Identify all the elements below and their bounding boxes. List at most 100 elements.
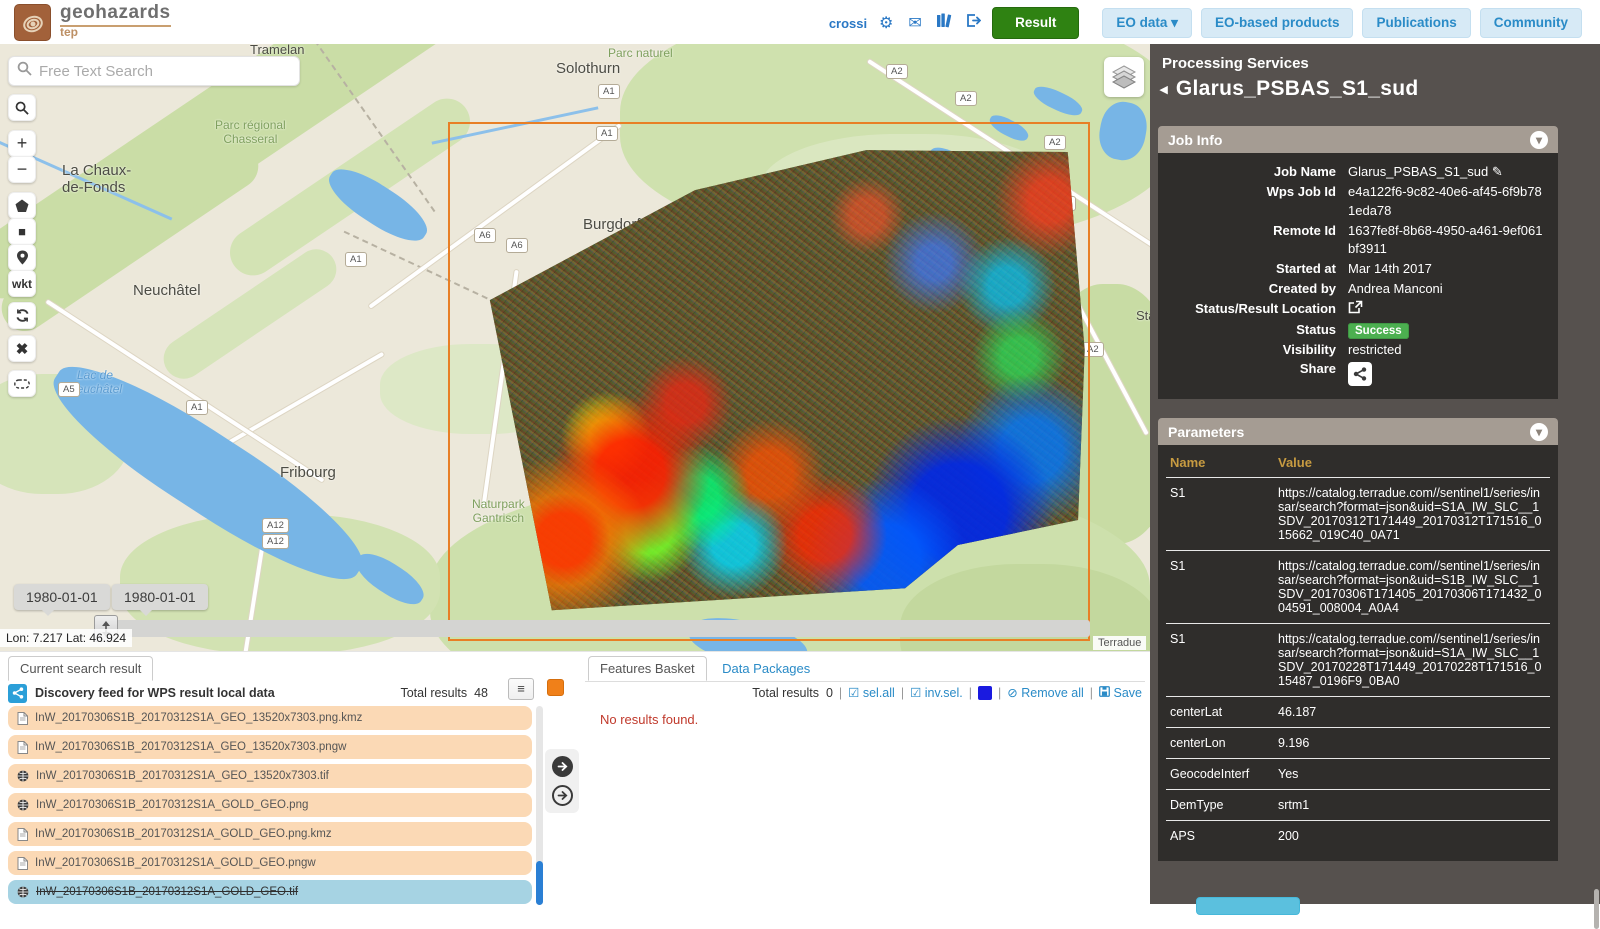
param-name: GeocodeInterf [1166, 759, 1274, 790]
time-slider-track[interactable] [106, 620, 1090, 637]
job-info-value [1348, 360, 1544, 386]
draw-polygon-tool[interactable] [8, 192, 36, 219]
layers-button[interactable] [1104, 57, 1144, 97]
panel-title: Processing Services [1162, 55, 1309, 72]
result-filename: InW_20170306S1B_20170312S1A_GOLD_GEO.png [36, 799, 308, 811]
user-link[interactable]: crossi [829, 16, 867, 31]
share-job-icon[interactable] [1348, 362, 1372, 386]
result-row[interactable]: InW_20170306S1B_20170312S1A_GOLD_GEO.png [8, 793, 532, 817]
feed-header: Discovery feed for WPS result local data… [8, 683, 568, 703]
file-icon [17, 712, 28, 725]
invert-selection-action[interactable]: ☑ inv.sel. [910, 685, 963, 700]
parameters-body: Name Value S1https://catalog.terradue.co… [1158, 445, 1558, 861]
col-value: Value [1274, 451, 1550, 478]
job-info-value: Andrea Manconi [1348, 280, 1544, 299]
edit-pencil-icon[interactable]: ✎ [1492, 164, 1503, 179]
basket-total-label: Total results [752, 686, 819, 700]
back-icon[interactable]: ◂ [1160, 80, 1168, 98]
move-right-alt-button[interactable] [552, 785, 573, 806]
processing-services-panel: Processing Services ◂Glarus_PSBAS_S1_sud… [1150, 44, 1600, 904]
parameter-row: APS200 [1166, 821, 1550, 852]
job-name-value: Glarus_PSBAS_S1_sud [1348, 164, 1488, 179]
job-info-row: Visibilityrestricted [1168, 341, 1544, 360]
globe-icon [17, 799, 29, 811]
move-right-button[interactable] [552, 756, 573, 777]
parameter-row: S1https://catalog.terradue.com//sentinel… [1166, 624, 1550, 697]
map-canvas[interactable]: Tramelan Parc naturel Solothurn Willisau… [0, 44, 1150, 651]
collapse-chevron-icon[interactable]: ▾ [1530, 131, 1548, 149]
gear-icon[interactable]: ⚙ [876, 13, 896, 33]
measure-tool[interactable] [8, 370, 36, 397]
sign-out-icon[interactable] [963, 13, 983, 33]
start-date-chip[interactable]: 1980-01-01 [14, 584, 110, 610]
parameters-header[interactable]: Parameters▾ [1158, 418, 1558, 445]
brand-logo[interactable] [14, 4, 51, 41]
param-name: S1 [1166, 478, 1274, 551]
eo-data-button[interactable]: EO data ▾ [1102, 8, 1192, 38]
result-row-selected[interactable]: InW_20170306S1B_20170312S1A_GOLD_GEO.tif [8, 880, 532, 904]
job-info-row: Wps Job Ide4a122f6-9c82-40e6-af45-6f9b78… [1168, 183, 1544, 221]
panel-scrollbar-thumb[interactable] [1594, 889, 1599, 929]
spiral-logo-icon [21, 11, 45, 35]
map-attribution[interactable]: Terradue [1093, 636, 1146, 650]
books-icon[interactable] [934, 13, 954, 33]
param-name: centerLat [1166, 697, 1274, 728]
remove-all-action[interactable]: ⊘ Remove all [1007, 685, 1084, 700]
save-action[interactable]: Save [1099, 686, 1142, 700]
file-icon [17, 828, 28, 841]
top-header: geohazards tep crossi ⚙ ✉ Result EO data… [0, 0, 1600, 44]
result-filename: InW_20170306S1B_20170312S1A_GEO_13520x73… [36, 770, 329, 782]
param-name: S1 [1166, 624, 1274, 697]
job-info-value: Mar 14th 2017 [1348, 260, 1544, 279]
zoom-in-button[interactable]: + [8, 130, 36, 157]
select-all-action[interactable]: ☑ sel.all [848, 685, 895, 700]
job-info-label: Wps Job Id [1168, 183, 1336, 221]
result-button[interactable]: Result [992, 7, 1079, 39]
result-row[interactable]: InW_20170306S1B_20170312S1A_GEO_13520x73… [8, 764, 532, 788]
job-info-value [1348, 300, 1544, 320]
list-view-button[interactable]: ≡ [508, 678, 534, 700]
job-info-header[interactable]: Job Info▾ [1158, 126, 1558, 153]
external-link-icon[interactable] [1348, 300, 1363, 314]
share-feed-icon[interactable] [8, 684, 27, 703]
results-scrollbar-thumb[interactable] [536, 861, 543, 905]
caret-down-icon: ▾ [1171, 15, 1178, 30]
color-swatch-button[interactable] [978, 686, 992, 700]
search-input[interactable] [39, 63, 279, 80]
brand-name[interactable]: geohazards [60, 2, 171, 27]
result-row[interactable]: InW_20170306S1B_20170312S1A_GEO_13520x73… [8, 706, 532, 730]
community-button[interactable]: Community [1480, 8, 1582, 38]
param-value: srtm1 [1274, 790, 1550, 821]
result-row[interactable]: InW_20170306S1B_20170312S1A_GEO_13520x73… [8, 735, 532, 759]
road-badge: A1 [345, 252, 367, 267]
draw-point-tool[interactable] [8, 244, 36, 271]
panel-action-button-cutoff[interactable] [1196, 897, 1300, 915]
job-info-body: Job NameGlarus_PSBAS_S1_sud ✎ Wps Job Id… [1158, 153, 1558, 399]
job-title[interactable]: ◂Glarus_PSBAS_S1_sud [1160, 77, 1418, 101]
param-value: https://catalog.terradue.com//sentinel1/… [1274, 551, 1550, 624]
end-date-chip[interactable]: 1980-01-01 [112, 584, 208, 610]
clear-selection-tool[interactable]: ✖ [8, 335, 36, 362]
collapse-chevron-icon[interactable]: ▾ [1530, 423, 1548, 441]
tab-features-basket[interactable]: Features Basket [588, 656, 707, 681]
mail-icon[interactable]: ✉ [905, 13, 925, 33]
publications-button[interactable]: Publications [1362, 8, 1470, 38]
result-row[interactable]: InW_20170306S1B_20170312S1A_GOLD_GEO.png… [8, 851, 532, 875]
tab-data-packages[interactable]: Data Packages [711, 657, 821, 680]
legend-color-button[interactable] [547, 679, 564, 696]
wkt-tool[interactable]: wkt [8, 270, 36, 297]
param-value: https://catalog.terradue.com//sentinel1/… [1274, 478, 1550, 551]
refresh-tool[interactable] [8, 302, 36, 329]
results-scrollbar[interactable] [536, 706, 543, 905]
eo-products-button[interactable]: EO-based products [1201, 8, 1354, 38]
map-search-box [8, 56, 300, 86]
road-badge: A2 [886, 64, 908, 79]
job-info-value: 1637fe8f-8b68-4950-a461-9ef061bf3911 [1348, 222, 1544, 260]
result-row[interactable]: InW_20170306S1B_20170312S1A_GOLD_GEO.png… [8, 822, 532, 846]
draw-rectangle-tool[interactable]: ■ [8, 218, 36, 245]
map-search-tool[interactable] [8, 94, 36, 121]
result-filename: InW_20170306S1B_20170312S1A_GEO_13520x73… [35, 741, 346, 753]
zoom-out-button[interactable]: − [8, 156, 36, 183]
aoi-rectangle [448, 122, 1090, 641]
tab-current-search-result[interactable]: Current search result [8, 656, 153, 681]
